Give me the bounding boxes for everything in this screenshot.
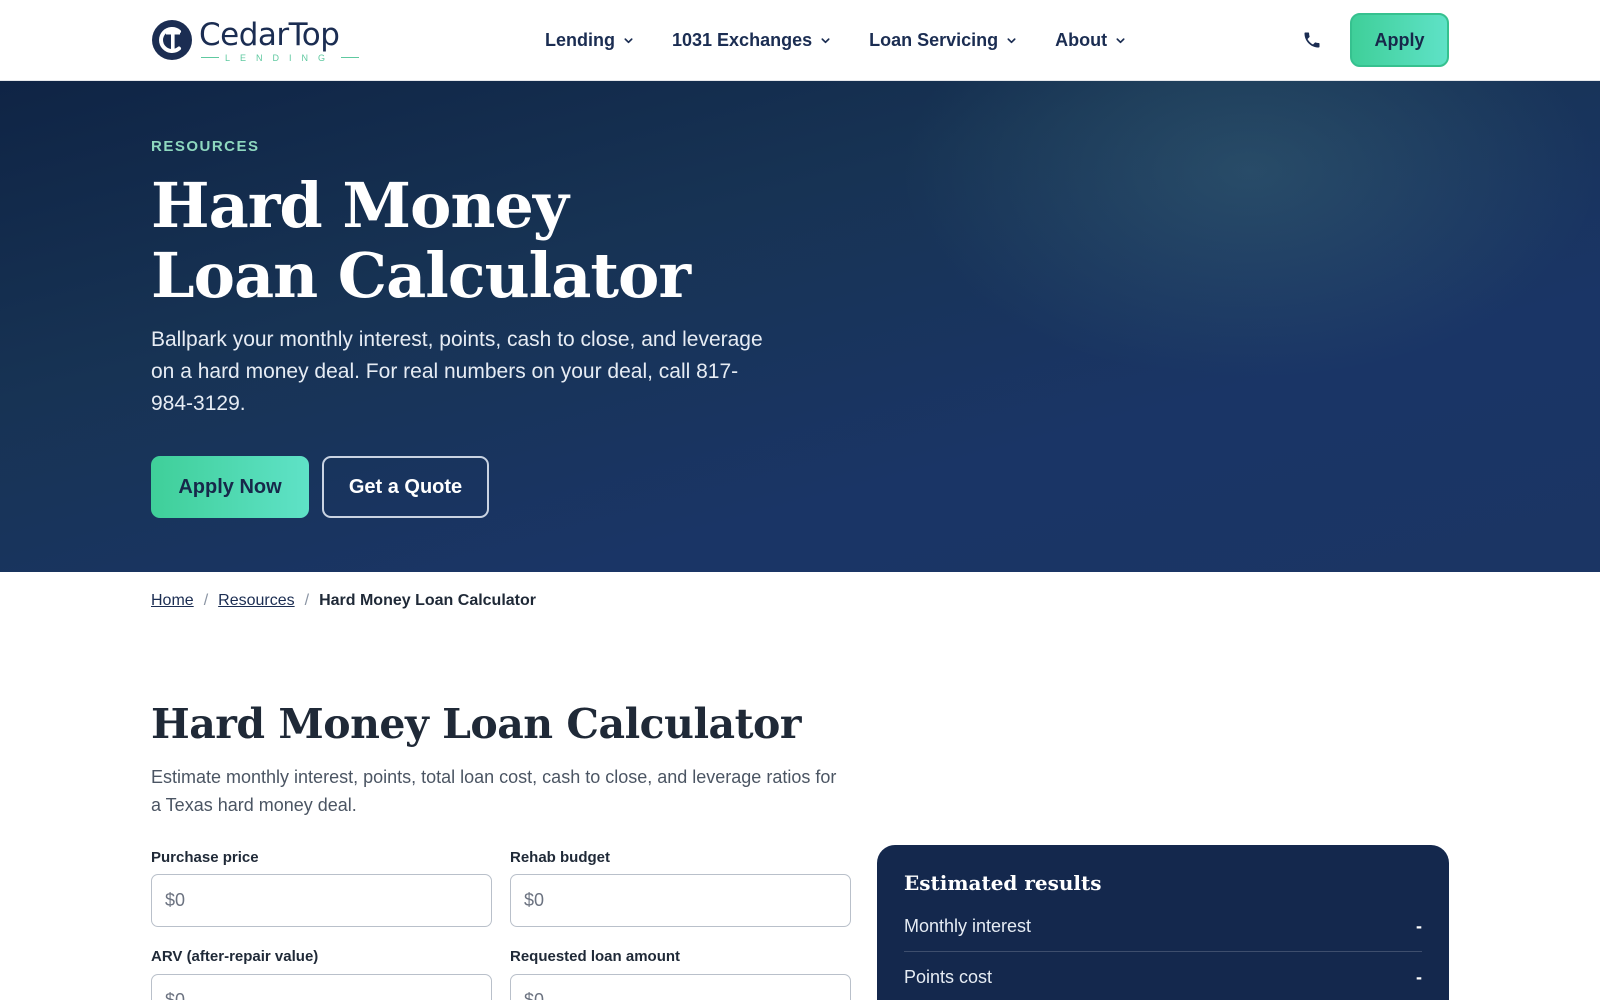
result-value: - <box>1416 966 1422 987</box>
apply-button[interactable]: Apply <box>1350 13 1449 67</box>
cedartop-logo-icon <box>152 20 192 60</box>
hero-title: Hard Money Loan Calculator <box>151 171 851 311</box>
nav-item-1031-exchanges[interactable]: 1031 Exchanges <box>672 26 831 54</box>
purchase-price-label: Purchase price <box>151 849 259 866</box>
chevron-down-icon <box>821 37 830 43</box>
breadcrumb-separator: / <box>304 592 310 609</box>
nav-item-loan-servicing[interactable]: Loan Servicing <box>869 26 1017 54</box>
site-logo[interactable]: CedarTop LENDING <box>151 14 360 66</box>
calculator-title: Hard Money Loan Calculator <box>151 700 801 748</box>
logo-name: CedarTop <box>199 16 340 53</box>
loan-amount-input[interactable] <box>510 974 851 1000</box>
result-label: Points cost <box>904 966 993 987</box>
hero-title-line: Loan Calculator <box>151 239 691 312</box>
rehab-budget-input[interactable] <box>510 874 851 927</box>
nav-item-label: About <box>1055 29 1108 50</box>
result-row-points-cost: Points cost - <box>904 952 1422 1000</box>
breadcrumb-resources-link[interactable]: Resources <box>218 592 294 610</box>
hero-eyebrow: RESOURCES <box>151 138 260 155</box>
results-panel: Estimated results Monthly interest - Poi… <box>877 845 1449 1000</box>
get-a-quote-button[interactable]: Get a Quote <box>322 456 489 518</box>
breadcrumb-current: Hard Money Loan Calculator <box>319 592 536 609</box>
calculator-description: Estimate monthly interest, points, total… <box>151 767 837 815</box>
results-title: Estimated results <box>904 871 1102 895</box>
purchase-price-input[interactable] <box>151 874 492 927</box>
loan-amount-label: Requested loan amount <box>510 948 681 965</box>
result-value: - <box>1416 915 1422 936</box>
hero-section: RESOURCES Hard Money Loan Calculator Bal… <box>0 81 1600 572</box>
result-row-monthly-interest: Monthly interest - <box>904 901 1422 952</box>
phone-icon <box>1304 32 1320 48</box>
nav-item-about[interactable]: About <box>1055 26 1126 54</box>
chevron-down-icon <box>1116 37 1125 43</box>
nav-item-label: Loan Servicing <box>869 29 999 50</box>
breadcrumb: Home / Resources / Hard Money Loan Calcu… <box>151 592 536 610</box>
nav-item-label: 1031 Exchanges <box>672 29 813 50</box>
breadcrumb-separator: / <box>203 592 209 609</box>
site-header: CedarTop LENDING Lending 1031 Exchanges … <box>0 0 1600 81</box>
apply-now-button[interactable]: Apply Now <box>151 456 309 518</box>
nav-item-lending[interactable]: Lending <box>545 26 634 54</box>
nav-item-label: Lending <box>545 29 615 50</box>
arv-input[interactable] <box>151 974 492 1000</box>
hero-title-line: Hard Money <box>151 169 569 242</box>
hero-description: Ballpark your monthly interest, points, … <box>151 328 763 415</box>
result-label: Monthly interest <box>904 915 1032 936</box>
chevron-down-icon <box>624 37 633 43</box>
chevron-down-icon <box>1007 37 1016 43</box>
rehab-budget-label: Rehab budget <box>510 849 610 866</box>
breadcrumb-home-link[interactable]: Home <box>151 592 194 610</box>
logo-subtitle: LENDING <box>225 52 336 63</box>
phone-button[interactable] <box>1300 28 1324 52</box>
arv-label: ARV (after-repair value) <box>151 948 319 965</box>
main-nav: Lending 1031 Exchanges Loan Servicing Ab… <box>545 26 1164 54</box>
